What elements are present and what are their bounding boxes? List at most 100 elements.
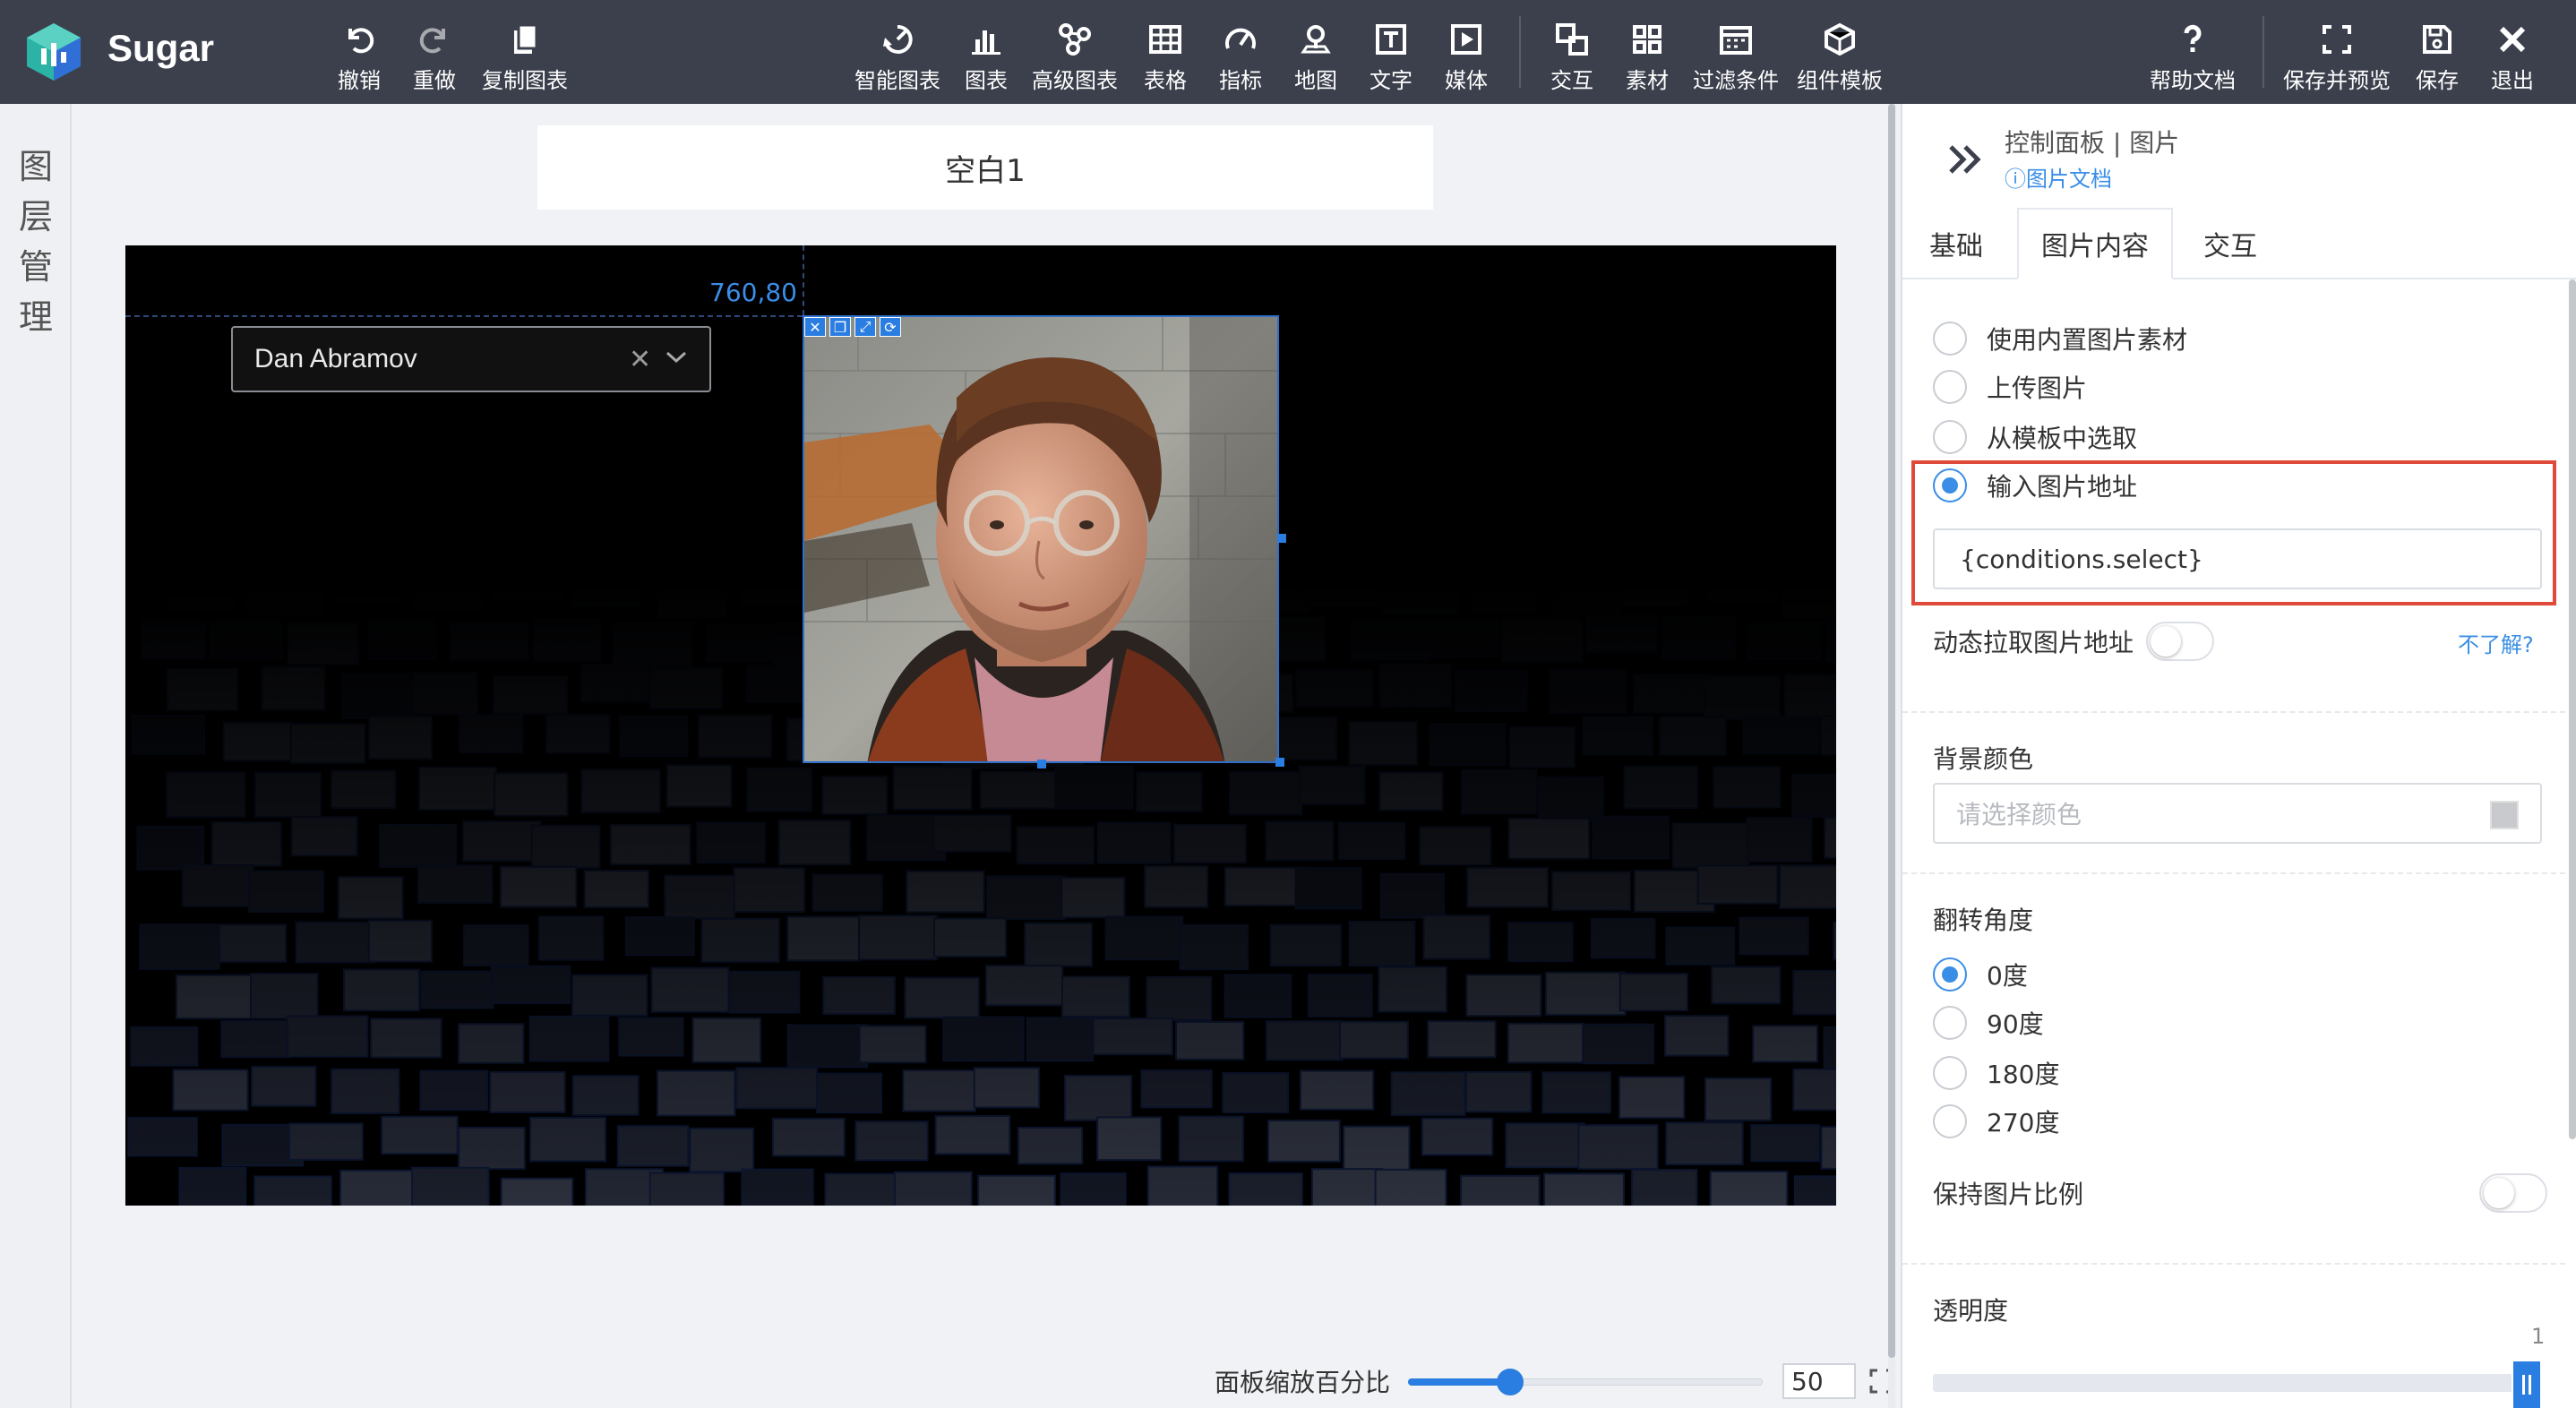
save-label: 保存 — [2416, 68, 2459, 93]
duplicate-icon[interactable]: ❐ — [829, 317, 851, 337]
canvas-title[interactable]: 空白1 — [537, 125, 1433, 210]
tab-basic[interactable]: 基础 — [1902, 208, 2010, 279]
image-doc-link[interactable]: ⓘ图片文档 — [2005, 161, 2112, 193]
image-url-input[interactable]: {conditions.select} — [1933, 528, 2542, 589]
close-icon — [2491, 20, 2534, 59]
radio-label: 0度 — [1987, 961, 2028, 991]
smart-chart-icon — [876, 20, 919, 59]
section-divider — [1902, 872, 2565, 874]
keep-ratio-toggle[interactable] — [2479, 1173, 2547, 1213]
refresh-icon[interactable]: ⟳ — [880, 317, 901, 337]
material-button[interactable]: 素材 — [1619, 0, 1675, 104]
image-doc-label: 图片文档 — [2026, 167, 2112, 192]
tab-interaction[interactable]: 交互 — [2177, 208, 2284, 279]
radio-rotate-180[interactable]: 180度 — [1933, 1055, 2059, 1091]
top-toolbar: Sugar 撤销 重做 复制图表 智能图表 图表 高级图表 表格 指标 地图 文… — [0, 0, 2576, 104]
zoom-slider[interactable] — [1408, 1369, 1764, 1395]
opacity-slider[interactable] — [1933, 1360, 2542, 1408]
component-template-button[interactable]: 组件模板 — [1795, 0, 1885, 104]
text-button[interactable]: 文字 — [1363, 0, 1419, 104]
interaction-button[interactable]: 交互 — [1544, 0, 1600, 104]
advanced-chart-button[interactable]: 高级图表 — [1030, 0, 1120, 104]
interaction-label: 交互 — [1550, 68, 1593, 93]
chart-button[interactable]: 图表 — [958, 0, 1014, 104]
panel-scrollbar[interactable] — [2569, 279, 2576, 1139]
canvas-scrollbar[interactable] — [1888, 104, 1895, 1408]
opacity-slider-thumb[interactable] — [2512, 1360, 2542, 1408]
advanced-chart-label: 高级图表 — [1032, 68, 1118, 93]
radio-upload-image[interactable]: 上传图片 — [1933, 369, 2087, 405]
zoom-input[interactable]: 50 — [1782, 1363, 1857, 1399]
radio-rotate-0[interactable]: 0度 — [1933, 957, 2028, 992]
toolbar-divider — [2263, 16, 2264, 88]
exit-button[interactable]: 退出 — [2485, 0, 2540, 104]
background-color-picker[interactable]: 请选择颜色 — [1933, 783, 2542, 844]
bar-chart-icon — [965, 20, 1008, 59]
layer-management-label[interactable]: 图层管理 — [16, 142, 56, 342]
position-guide-vertical — [803, 245, 804, 315]
network-icon — [1053, 20, 1096, 59]
media-button[interactable]: 媒体 — [1438, 0, 1494, 104]
copy-chart-button[interactable]: 复制图表 — [480, 0, 570, 104]
chevron-down-icon[interactable] — [665, 350, 709, 368]
zoom-slider-thumb[interactable] — [1497, 1369, 1524, 1395]
collapse-panel-icon[interactable] — [1945, 140, 1985, 179]
metric-label: 指标 — [1219, 68, 1262, 93]
color-swatch[interactable] — [2490, 801, 2519, 829]
section-divider — [1902, 1263, 2565, 1265]
radio-label: 使用内置图片素材 — [1987, 325, 2188, 355]
portrait-photo — [804, 317, 1277, 761]
clear-icon[interactable]: ✕ — [629, 344, 665, 375]
resize-handle-corner[interactable] — [1275, 758, 1284, 767]
question-icon — [2171, 20, 2214, 59]
map-label: 地图 — [1294, 68, 1337, 93]
redo-button[interactable]: 重做 — [405, 0, 464, 104]
zoom-label: 面板缩放百分比 — [1215, 1368, 1391, 1397]
help-doc-label: 帮助文档 — [2150, 68, 2236, 93]
radio-builtin-image[interactable]: 使用内置图片素材 — [1933, 321, 2187, 356]
tab-image-content[interactable]: 图片内容 — [2017, 208, 2173, 279]
filter-button[interactable]: 过滤条件 — [1691, 0, 1781, 104]
radio-template-image[interactable]: 从模板中选取 — [1933, 419, 2137, 455]
save-preview-button[interactable]: 保存并预览 — [2282, 0, 2391, 104]
filter-label: 过滤条件 — [1693, 68, 1779, 93]
dashboard-canvas[interactable]: 760,80 Dan Abramov ✕ ✕ ❐ ⤢ ⟳ — [125, 245, 1836, 1206]
copy-chart-label: 复制图表 — [482, 68, 568, 93]
exit-label: 退出 — [2491, 68, 2534, 93]
material-label: 素材 — [1626, 68, 1669, 93]
map-button[interactable]: 地图 — [1288, 0, 1344, 104]
image-action-handles: ✕ ❐ ⤢ ⟳ — [804, 317, 901, 337]
gauge-icon — [1219, 20, 1262, 59]
layer-management-panel[interactable]: 图层管理 — [0, 104, 72, 1408]
radio-label: 从模板中选取 — [1987, 424, 2138, 453]
chart-label: 图表 — [965, 68, 1008, 93]
name-select-dropdown[interactable]: Dan Abramov ✕ — [231, 326, 711, 392]
save-button[interactable]: 保存 — [2409, 0, 2465, 104]
zoom-control: 面板缩放百分比 50 — [1215, 1363, 1895, 1399]
portrait-image[interactable] — [803, 315, 1279, 763]
help-doc-button[interactable]: 帮助文档 — [2148, 0, 2237, 104]
metric-button[interactable]: 指标 — [1213, 0, 1268, 104]
radio-rotate-90[interactable]: 90度 — [1933, 1005, 2044, 1041]
text-label: 文字 — [1370, 68, 1413, 93]
resize-handle-bottom[interactable] — [1037, 760, 1046, 768]
radio-rotate-270[interactable]: 270度 — [1933, 1103, 2059, 1139]
undo-icon — [338, 20, 381, 59]
control-panel: 控制面板 | 图片 ⓘ图片文档 基础 图片内容 交互 使用内置图片素材 上传图片… — [1901, 104, 2576, 1408]
resize-handle-right[interactable] — [1277, 534, 1286, 543]
opacity-max-label: 1 — [2531, 1324, 2546, 1349]
undo-button[interactable]: 撤销 — [330, 0, 389, 104]
learn-more-link[interactable]: 不了解? — [2458, 627, 2534, 658]
sugar-logo-icon — [27, 23, 81, 81]
expand-icon[interactable]: ⤢ — [854, 317, 876, 337]
toolbar-divider — [1519, 16, 1521, 88]
table-button[interactable]: 表格 — [1138, 0, 1193, 104]
dynamic-fetch-toggle[interactable] — [2146, 622, 2214, 661]
grid-icon — [1626, 20, 1669, 59]
delete-icon[interactable]: ✕ — [804, 317, 826, 337]
position-guide-horizontal — [125, 315, 803, 317]
table-label: 表格 — [1144, 68, 1187, 93]
dynamic-fetch-label: 动态拉取图片地址 — [1933, 628, 2134, 657]
panel-title: 控制面板 | 图片 — [2005, 128, 2180, 158]
smart-chart-button[interactable]: 智能图表 — [853, 0, 942, 104]
